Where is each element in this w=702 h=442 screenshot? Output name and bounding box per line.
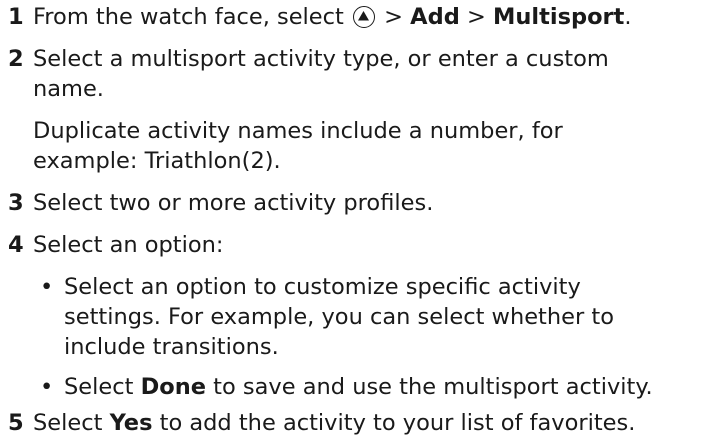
bullet-icon: • [40,374,54,400]
step-number: 2 [8,46,24,72]
step-number: 1 [8,4,24,30]
step-2: 2 Select a multisport activity type, or … [8,44,698,74]
step-number: 4 [8,232,24,258]
step-number: 5 [8,410,24,436]
step-note-line: example: Triathlon(2). [33,148,281,174]
step-1: 1 From the watch face, select > Add > Mu… [8,2,698,32]
step-text: Select Yes to add the activity to your l… [33,408,698,438]
option-bullet-2: • Select Done to save and use the multis… [40,372,700,402]
option-text-part: to save and use the multisport activity. [206,374,653,400]
step-text-part: . [624,4,632,30]
step-text-continued: name. [33,76,104,102]
step-text: Select two or more activity profiles. [33,190,434,216]
step-text: Select an option: [33,232,224,258]
step-note-line: Duplicate activity names include a numbe… [33,118,563,144]
step-text-part: From the watch face, select [33,4,351,30]
step-3: 3 Select two or more activity profiles. [8,188,698,218]
step-text-part: > [377,4,411,30]
instruction-page: 1 From the watch face, select > Add > Mu… [0,0,702,442]
option-text-continued: include transitions. [64,334,279,360]
step-number: 3 [8,190,24,216]
bullet-icon: • [40,274,54,300]
menu-item-yes: Yes [109,410,153,436]
step-text: From the watch face, select > Add > Mult… [33,2,698,32]
menu-item-multisport: Multisport [492,4,625,30]
menu-item-add: Add [410,4,460,30]
option-text-continued: settings. For example, you can select wh… [64,304,614,330]
step-5: 5 Select Yes to add the activity to your… [8,408,698,438]
up-arrow-button-icon [353,6,375,28]
menu-item-done: Done [140,374,206,400]
option-text: Select Done to save and use the multispo… [64,372,700,402]
option-bullet-1: • Select an option to customize specific… [40,272,700,302]
step-text-part: > [459,4,493,30]
step-text-part: to add the activity to your list of favo… [152,410,636,436]
step-text: Select a multisport activity type, or en… [33,46,609,72]
option-text-part: Select [64,374,141,400]
step-4: 4 Select an option: [8,230,698,260]
option-text: Select an option to customize specific a… [64,274,581,300]
step-text-part: Select [33,410,110,436]
